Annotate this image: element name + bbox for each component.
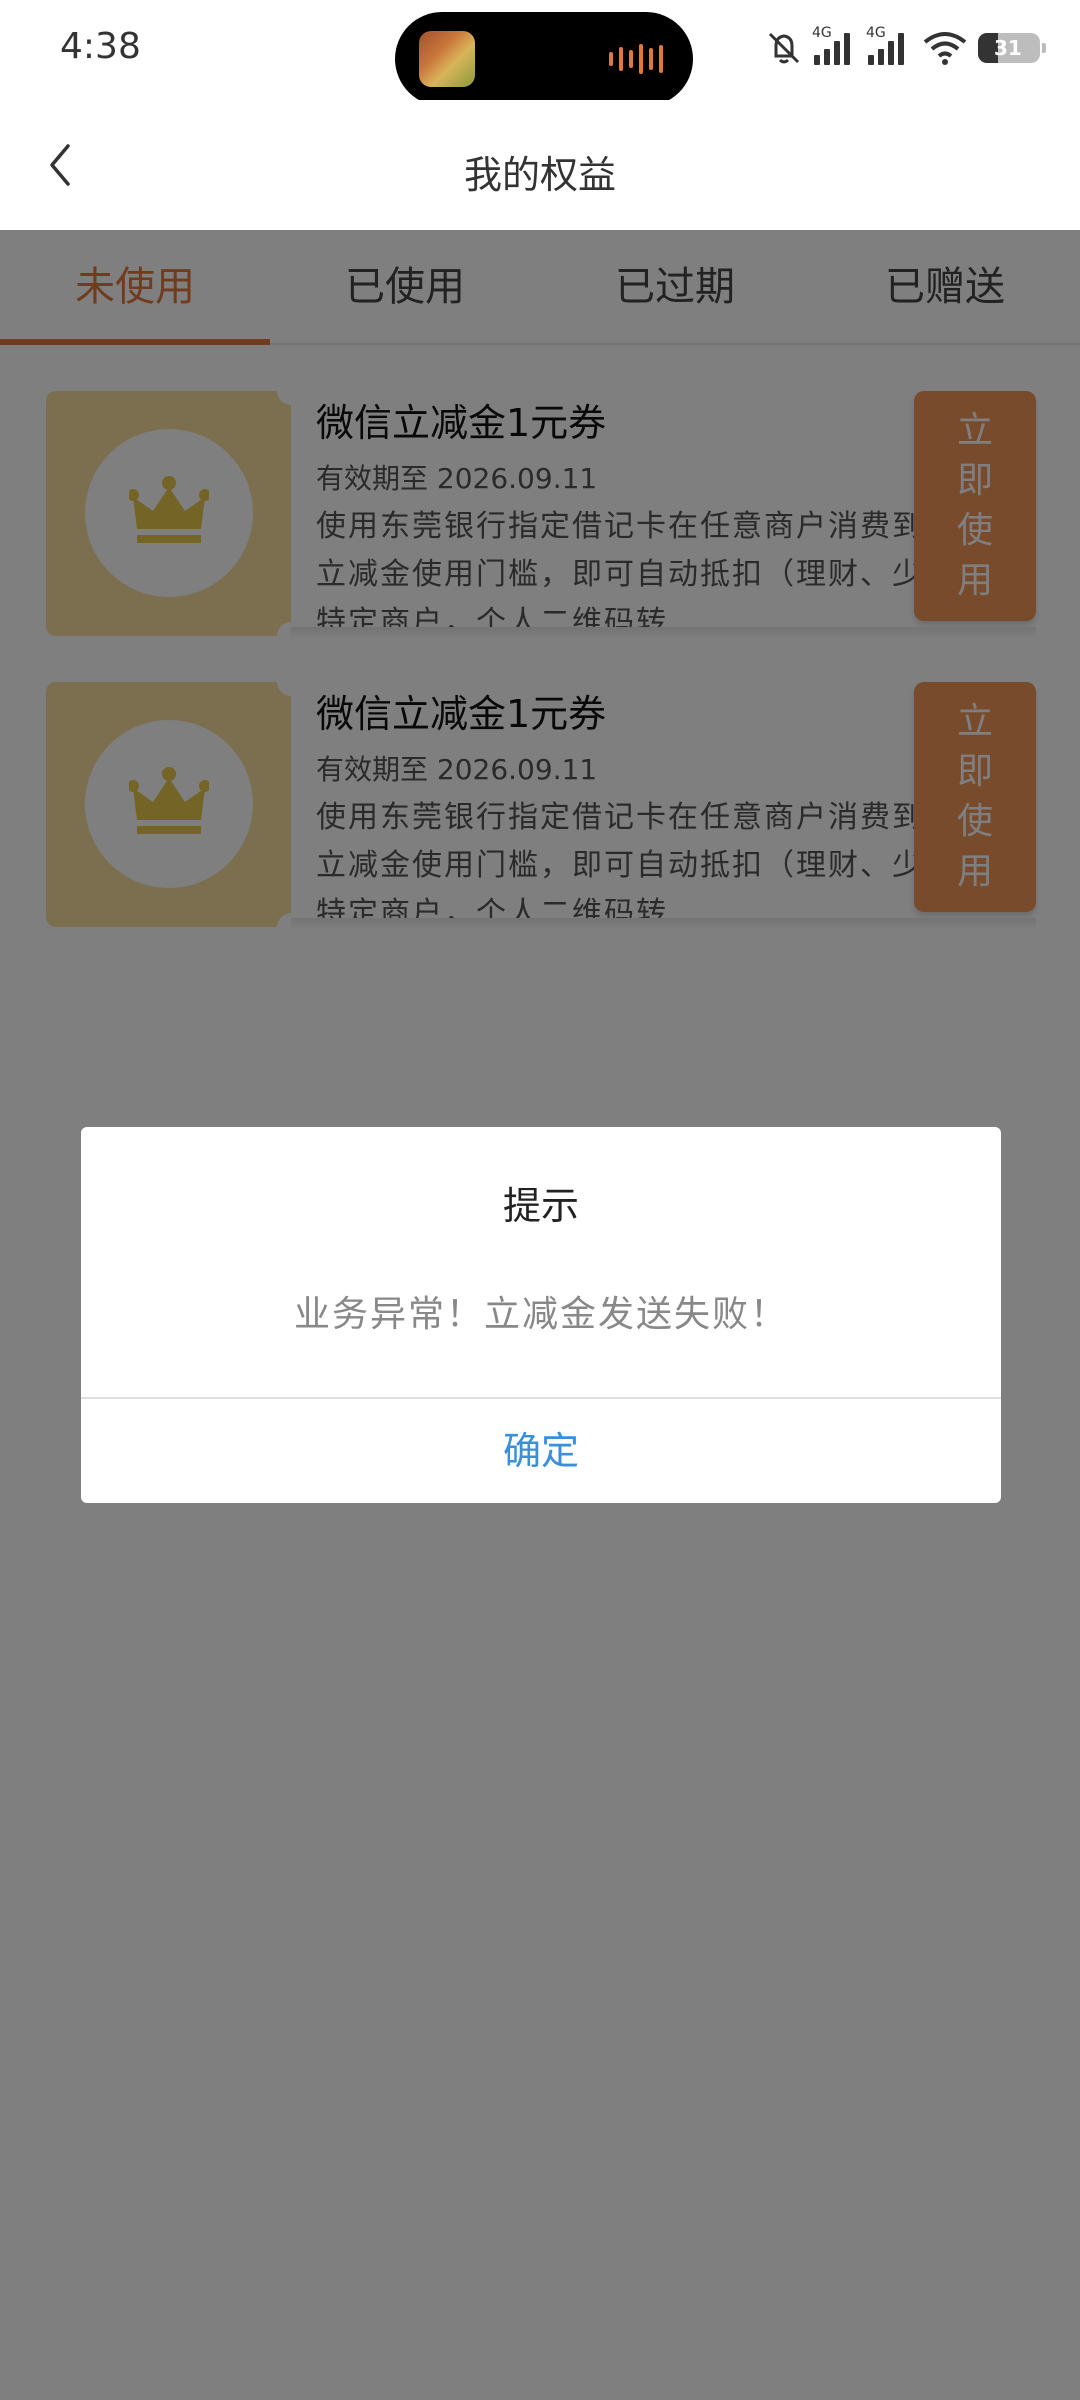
dialog-title: 提示 — [502, 1184, 579, 1228]
mute-bell-icon — [768, 32, 800, 64]
network-label-1: 4G — [812, 25, 832, 41]
signal-icon-2: 4G — [866, 25, 912, 65]
network-label-2: 4G — [866, 25, 886, 41]
status-icons: 4G 4G 31 — [764, 25, 1046, 68]
confirm-button[interactable]: 确定 — [81, 1399, 1001, 1503]
wifi-icon — [923, 32, 967, 65]
status-bar: 4:38 4G 4G 31 — [0, 0, 1080, 106]
status-time: 4:38 — [60, 26, 141, 67]
signal-icon-1: 4G — [812, 25, 858, 65]
dynamic-island[interactable] — [395, 12, 693, 106]
alert-dialog: 提示 业务异常！立减金发送失败！ 确定 — [81, 1127, 1001, 1503]
page-title: 我的权益 — [463, 153, 616, 197]
audio-wave-icon — [609, 42, 663, 76]
app-bar: 我的权益 — [0, 100, 1080, 230]
battery-icon: 31 — [978, 33, 1046, 63]
dialog-message: 业务异常！立减金发送失败！ — [293, 1294, 788, 1335]
media-thumbnail — [419, 31, 475, 87]
battery-level: 31 — [994, 36, 1022, 60]
